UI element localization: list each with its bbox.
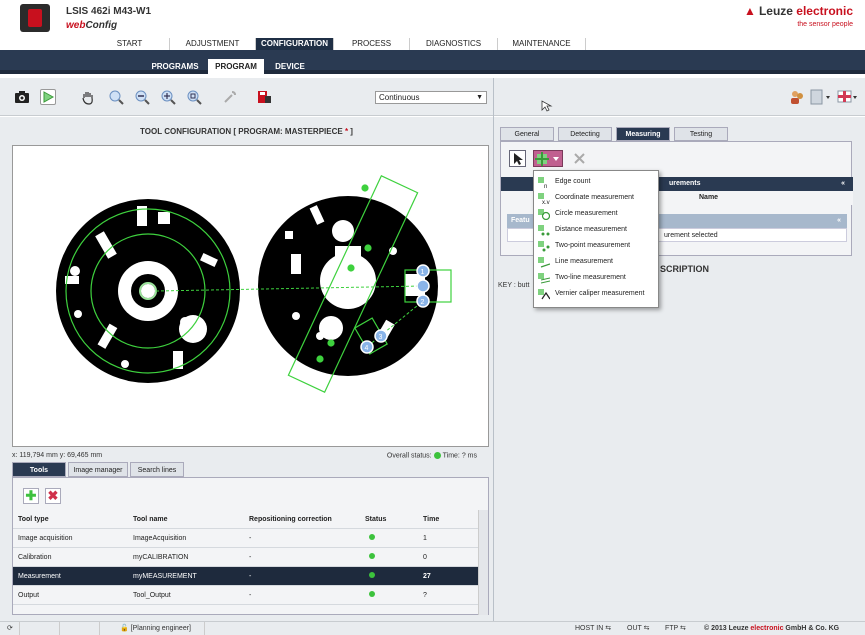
status-bar: ⟳ 🔓 [Planning engineer] HOST IN ⇆ OUT ⇆ … <box>0 621 865 635</box>
nav-diagnostics[interactable]: DIAGNOSTICS <box>410 38 498 50</box>
hand-icon[interactable] <box>80 89 96 105</box>
device-name: LSIS 462i M43-W1 <box>66 6 152 17</box>
user-role: 🔓 [Planning engineer] <box>100 622 205 635</box>
left-panel: TOOL CONFIGURATION [ PROGRAM: MASTERPIEC… <box>0 117 493 635</box>
brand-logo: ▲ Leuze electronic <box>744 4 853 18</box>
save-to-device-icon[interactable] <box>256 89 272 105</box>
tab-detecting[interactable]: Detecting <box>558 127 612 141</box>
subnav-program[interactable]: PROGRAM <box>208 59 264 74</box>
zoom-reset-icon[interactable] <box>186 89 202 105</box>
table-scrollbar[interactable] <box>478 510 488 615</box>
tab-image-manager[interactable]: Image manager <box>68 462 128 477</box>
menu-item-line[interactable]: Line measurement <box>534 254 660 270</box>
add-measurement-button[interactable] <box>533 150 563 167</box>
device-image <box>20 4 50 32</box>
nav-configuration[interactable]: CONFIGURATION <box>256 38 334 50</box>
svg-text:x,y: x,y <box>542 200 550 204</box>
menu-item-vernier[interactable]: Vernier caliper measurement <box>534 286 660 302</box>
sub-nav: PROGRAMS PROGRAM DEVICE <box>0 50 865 74</box>
menu-item-circle[interactable]: Circle measurement <box>534 206 660 222</box>
tab-tools[interactable]: Tools <box>12 462 66 477</box>
point-marker-1[interactable]: 1 <box>416 264 430 278</box>
document-icon[interactable] <box>810 89 832 105</box>
svg-text:4: 4 <box>365 345 369 352</box>
point-marker-3[interactable]: 3 <box>374 329 388 343</box>
zoom-fit-icon[interactable] <box>160 89 176 105</box>
collapse-icon[interactable]: « <box>841 177 845 191</box>
status-ok-icon <box>369 572 375 578</box>
menu-item-two-line[interactable]: Two-line measurement <box>534 270 660 286</box>
refresh-icon[interactable]: ⟳ <box>0 622 20 635</box>
app-header: LSIS 462i M43-W1 webConfig ▲ Leuze electr… <box>0 0 865 38</box>
svg-text:2: 2 <box>421 299 425 306</box>
pointer-button[interactable] <box>509 150 526 167</box>
menu-item-distance[interactable]: Distance measurement <box>534 222 660 238</box>
copyright: © 2013 Leuze electronic GmbH & Co. KG <box>704 625 840 632</box>
table-row[interactable]: Image acquisition ImageAcquisition - 1 <box>13 529 479 548</box>
menu-item-two-point[interactable]: Two-point measurement <box>534 238 660 254</box>
menu-item-coordinate[interactable]: x,y Coordinate measurement <box>534 190 660 206</box>
coords-readout: x: 119,794 mm y: 69,465 mm <box>12 452 103 459</box>
play-icon[interactable] <box>40 89 56 105</box>
delete-tool-button[interactable]: ✖ <box>45 488 61 504</box>
app-name: webConfig <box>66 20 118 31</box>
point-marker-2[interactable]: 2 <box>416 294 430 308</box>
svg-text:1: 1 <box>421 269 425 276</box>
left-part-shape <box>56 199 240 383</box>
svg-text:n: n <box>544 184 547 188</box>
nav-maintenance[interactable]: MAINTENANCE <box>498 38 586 50</box>
status-ok-icon <box>369 591 375 597</box>
mode-select[interactable]: Continuous ▼ <box>375 91 487 104</box>
collapse-icon[interactable]: « <box>837 214 841 228</box>
lock-icon: 🔓 <box>120 625 129 632</box>
left-tabs: Tools Image manager Search lines <box>12 462 489 477</box>
subnav-programs[interactable]: PROGRAMS <box>145 59 205 74</box>
ftp-indicator: FTP ⇆ <box>665 625 686 632</box>
nav-start[interactable]: START <box>90 38 170 50</box>
tab-general[interactable]: General <box>500 127 554 141</box>
add-measurement-menu: n Edge count x,y Coordinate measurement … <box>533 170 659 308</box>
description-key: KEY : butt <box>498 282 530 289</box>
point-marker-4[interactable]: 4 <box>360 340 374 354</box>
svg-text:3: 3 <box>379 334 383 341</box>
tools-panel: ✚ ✖ Tool type Tool name Repositioning co… <box>12 477 489 615</box>
tab-measuring[interactable]: Measuring <box>616 127 670 141</box>
zoom-out-icon[interactable] <box>134 89 150 105</box>
delete-measurement-button[interactable] <box>571 150 588 167</box>
cursor-icon <box>541 100 553 112</box>
table-row-selected[interactable]: Measurement myMEASUREMENT - 27 <box>13 567 479 586</box>
leuze-triangle-icon: ▲ <box>744 4 756 18</box>
user-icon[interactable] <box>789 89 805 105</box>
host-in-indicator: HOST IN ⇆ <box>575 625 612 632</box>
toolbar: Continuous ▼ <box>0 78 865 116</box>
tab-search-lines[interactable]: Search lines <box>130 462 184 477</box>
overall-status: Overall status: Time: ? ms <box>386 452 477 460</box>
tab-testing[interactable]: Testing <box>674 127 728 141</box>
status-ok-icon <box>369 553 375 559</box>
subnav-device[interactable]: DEVICE <box>267 59 313 74</box>
main-nav: START ADJUSTMENT CONFIGURATION PROCESS D… <box>0 38 865 50</box>
right-tabs: General Detecting Measuring Testing <box>500 127 860 141</box>
status-ok-icon <box>369 534 375 540</box>
description-title: SCRIPTION <box>660 264 710 274</box>
table-row[interactable]: Output Tool_Output - ? <box>13 586 479 605</box>
brand-tagline: the sensor people <box>797 21 853 28</box>
camera-icon[interactable] <box>14 89 30 105</box>
chevron-down-icon: ▼ <box>476 94 483 101</box>
image-canvas[interactable]: 1 2 3 4 <box>12 145 489 447</box>
zoom-in-icon[interactable] <box>108 89 124 105</box>
menu-item-edge-count[interactable]: n Edge count <box>534 174 660 190</box>
add-tool-button[interactable]: ✚ <box>23 488 39 504</box>
tool-config-title: TOOL CONFIGURATION [ PROGRAM: MASTERPIEC… <box>140 127 353 136</box>
status-ok-icon <box>433 452 441 459</box>
flag-icon[interactable] <box>837 89 859 105</box>
wrench-icon[interactable] <box>222 89 238 105</box>
table-row[interactable]: Calibration myCALIBRATION - 0 <box>13 548 479 567</box>
nav-process[interactable]: PROCESS <box>334 38 410 50</box>
table-header: Tool type Tool name Repositioning correc… <box>13 510 479 529</box>
out-indicator: OUT ⇆ <box>627 625 650 632</box>
point-marker-center[interactable] <box>416 279 430 293</box>
nav-adjustment[interactable]: ADJUSTMENT <box>170 38 256 50</box>
